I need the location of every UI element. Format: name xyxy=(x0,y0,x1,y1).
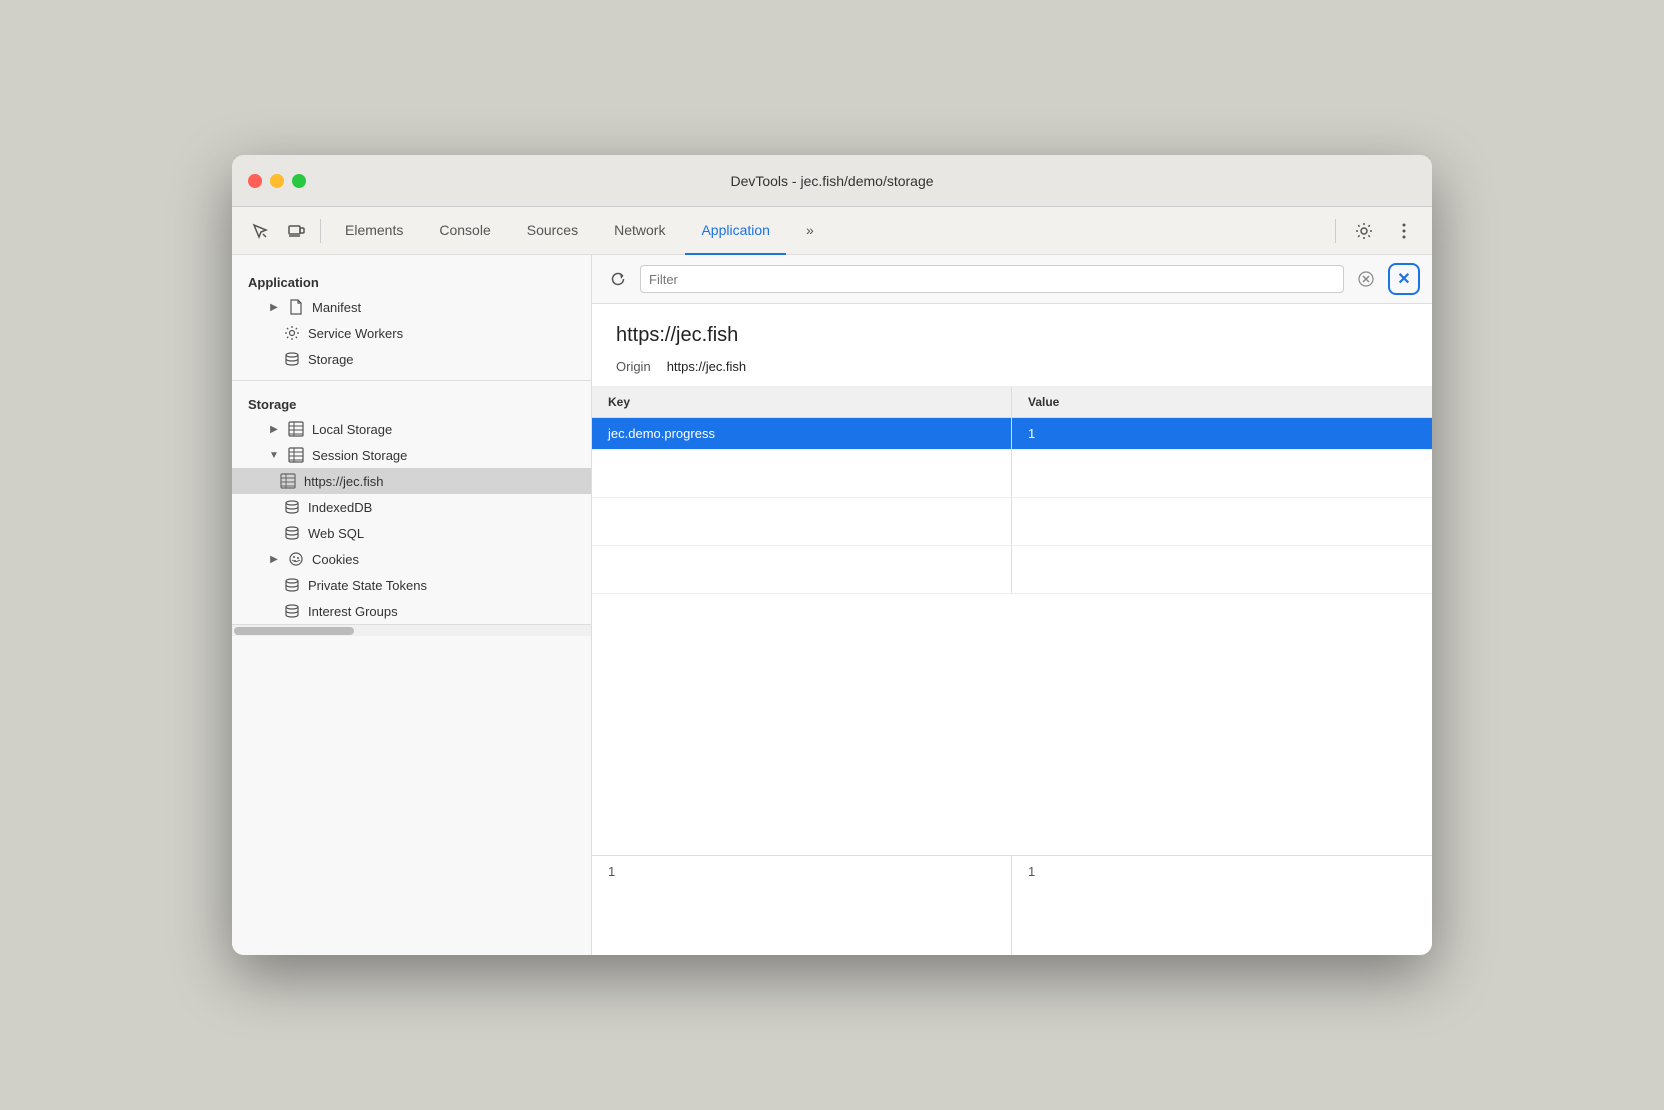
db-icon-pst xyxy=(284,577,300,593)
table-icon-jec xyxy=(280,473,296,489)
col-key-header: Key xyxy=(592,387,1012,417)
sidebar-item-session-storage[interactable]: ▼ Session Storage xyxy=(232,442,591,468)
empty-cell-key-3 xyxy=(592,546,1012,593)
sidebar-item-indexeddb[interactable]: IndexedDB xyxy=(232,494,591,520)
gear-icon xyxy=(284,325,300,341)
clear-filter-button[interactable] xyxy=(1352,265,1380,293)
tab-console[interactable]: Console xyxy=(423,207,506,255)
cell-key-0: jec.demo.progress xyxy=(592,418,1012,449)
sidebar-item-jec-fish[interactable]: https://jec.fish xyxy=(232,468,591,494)
settings-icon[interactable] xyxy=(1348,215,1380,247)
sidebar-item-cookies[interactable]: ▶ Cookies xyxy=(232,546,591,572)
tab-network[interactable]: Network xyxy=(598,207,681,255)
cursor-icon[interactable] xyxy=(244,215,276,247)
expand-arrow-local-storage[interactable]: ▶ xyxy=(268,423,280,435)
bottom-value: 1 xyxy=(1012,856,1432,955)
content-area: ✕ https://jec.fish Origin https://jec.fi… xyxy=(592,255,1432,955)
close-button[interactable] xyxy=(248,174,262,188)
empty-cell-key-1 xyxy=(592,450,1012,497)
table-icon-session xyxy=(288,447,304,463)
devtools-window: DevTools - jec.fish/demo/storage Element… xyxy=(232,155,1432,955)
table-header: Key Value xyxy=(592,387,1432,418)
close-filter-button[interactable]: ✕ xyxy=(1388,263,1420,295)
toolbar-right xyxy=(1331,215,1420,247)
empty-cell-val-1 xyxy=(1012,450,1432,497)
tab-sources[interactable]: Sources xyxy=(511,207,594,255)
titlebar: DevTools - jec.fish/demo/storage xyxy=(232,155,1432,207)
expand-arrow-manifest[interactable]: ▶ xyxy=(268,301,280,313)
sidebar-item-service-workers[interactable]: Service Workers xyxy=(232,320,591,346)
sidebar-section-storage: Storage xyxy=(232,389,591,416)
empty-cell-key-2 xyxy=(592,498,1012,545)
main-content: Application ▶ Manifest xyxy=(232,255,1432,955)
session-storage-label: Session Storage xyxy=(312,448,407,463)
sidebar-item-websql[interactable]: Web SQL xyxy=(232,520,591,546)
empty-cell-val-3 xyxy=(1012,546,1432,593)
traffic-lights xyxy=(248,174,306,188)
manifest-label: Manifest xyxy=(312,300,361,315)
devtools-toolbar: Elements Console Sources Network Applica… xyxy=(232,207,1432,255)
table-empty-row-3 xyxy=(592,546,1432,594)
device-icon[interactable] xyxy=(280,215,312,247)
sidebar: Application ▶ Manifest xyxy=(232,255,592,955)
origin-title: https://jec.fish xyxy=(616,324,1408,347)
toolbar-sep-2 xyxy=(1335,219,1336,243)
tab-application[interactable]: Application xyxy=(685,207,786,255)
tab-elements[interactable]: Elements xyxy=(329,207,419,255)
storage-label: Storage xyxy=(308,352,354,367)
sidebar-scrollbar[interactable] xyxy=(232,624,591,636)
db-icon-indexed xyxy=(284,499,300,515)
db-icon-ig xyxy=(284,603,300,619)
empty-cell-val-2 xyxy=(1012,498,1432,545)
sidebar-item-manifest[interactable]: ▶ Manifest xyxy=(232,294,591,320)
sidebar-item-interest-groups[interactable]: Interest Groups xyxy=(232,598,591,624)
expand-arrow-session-storage[interactable]: ▼ xyxy=(268,449,280,461)
origin-row: Origin https://jec.fish xyxy=(616,359,1408,374)
table-container: Key Value jec.demo.progress 1 xyxy=(592,387,1432,855)
tab-more[interactable]: » xyxy=(790,207,830,255)
table-empty-row-2 xyxy=(592,498,1432,546)
content-toolbar: ✕ xyxy=(592,255,1432,304)
cookie-icon xyxy=(288,551,304,567)
more-icon[interactable] xyxy=(1388,215,1420,247)
sidebar-scrollbar-thumb[interactable] xyxy=(234,627,354,635)
cookies-label: Cookies xyxy=(312,552,359,567)
table-row[interactable]: jec.demo.progress 1 xyxy=(592,418,1432,450)
window-title: DevTools - jec.fish/demo/storage xyxy=(248,173,1416,189)
db-icon-websql xyxy=(284,525,300,541)
origin-label: Origin xyxy=(616,359,651,374)
jec-fish-label: https://jec.fish xyxy=(304,474,383,489)
db-icon-storage xyxy=(284,351,300,367)
cell-value-0: 1 xyxy=(1012,418,1432,449)
col-value-header: Value xyxy=(1012,387,1432,417)
interest-groups-label: Interest Groups xyxy=(308,604,398,619)
indexeddb-label: IndexedDB xyxy=(308,500,372,515)
minimize-button[interactable] xyxy=(270,174,284,188)
filter-input[interactable] xyxy=(640,265,1344,293)
bottom-section: 1 1 xyxy=(592,855,1432,955)
private-state-tokens-label: Private State Tokens xyxy=(308,578,427,593)
bottom-key: 1 xyxy=(592,856,1012,955)
origin-value: https://jec.fish xyxy=(667,359,746,374)
sidebar-divider-1 xyxy=(232,380,591,381)
file-icon xyxy=(288,299,304,315)
websql-label: Web SQL xyxy=(308,526,364,541)
origin-section: https://jec.fish Origin https://jec.fish xyxy=(592,304,1432,387)
maximize-button[interactable] xyxy=(292,174,306,188)
table-empty-row-1 xyxy=(592,450,1432,498)
content-body: https://jec.fish Origin https://jec.fish… xyxy=(592,304,1432,955)
refresh-button[interactable] xyxy=(604,265,632,293)
local-storage-label: Local Storage xyxy=(312,422,392,437)
service-workers-label: Service Workers xyxy=(308,326,403,341)
sidebar-item-local-storage[interactable]: ▶ Local Storage xyxy=(232,416,591,442)
table-icon-local xyxy=(288,421,304,437)
sidebar-item-private-state-tokens[interactable]: Private State Tokens xyxy=(232,572,591,598)
sidebar-item-storage-app[interactable]: Storage xyxy=(232,346,591,372)
sidebar-section-application: Application xyxy=(232,267,591,294)
toolbar-sep-1 xyxy=(320,219,321,243)
expand-arrow-cookies[interactable]: ▶ xyxy=(268,553,280,565)
